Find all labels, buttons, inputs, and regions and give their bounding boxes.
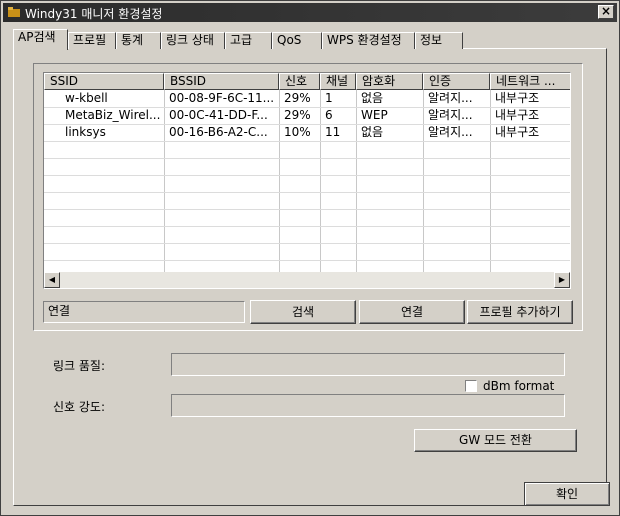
- tab-info[interactable]: 정보: [415, 32, 463, 49]
- button-label: GW 모드 전환: [459, 433, 532, 447]
- network-cell: 내부구조: [495, 91, 540, 105]
- col-encryption[interactable]: 암호화: [356, 73, 423, 90]
- ap-row[interactable]: w-kbell 00-08-9F-6C-11... 29% 1 없음 알려지..…: [44, 90, 570, 107]
- ap-list-header: SSID BSSID 신호 채널 암호화 인증 네트워크 ...: [44, 73, 570, 90]
- close-icon: ×: [600, 4, 612, 18]
- signal-cell: 29%: [284, 91, 311, 105]
- signal-strength-label: 신호 강도:: [53, 400, 106, 414]
- network-cell: 내부구조: [495, 125, 540, 139]
- close-button[interactable]: ×: [598, 5, 614, 19]
- horizontal-scrollbar[interactable]: ◀ ▶: [44, 272, 570, 288]
- grid-line: [44, 192, 570, 193]
- settings-window: Windy31 매니저 환경설정 × AP검색 프로필 통계 링크 상태 고급 …: [0, 0, 620, 516]
- authentication-cell: 알려지...: [428, 125, 473, 139]
- dbm-format-checkbox[interactable]: [465, 380, 477, 392]
- signal-cell: 10%: [284, 125, 311, 139]
- ap-list[interactable]: SSID BSSID 신호 채널 암호화 인증 네트워크 ... w-kbell…: [43, 72, 571, 289]
- col-bssid[interactable]: BSSID: [164, 73, 279, 90]
- tab-label: WPS 환경설정: [327, 33, 402, 47]
- arrow-right-icon: ▶: [558, 275, 566, 284]
- ssid-cell: linksys: [65, 125, 106, 139]
- tab-statistics[interactable]: 통계: [116, 32, 161, 49]
- authentication-cell: 알려지...: [428, 91, 473, 105]
- connection-status-box: 연결: [43, 301, 245, 323]
- tab-label: 링크 상태: [166, 33, 214, 47]
- tab-advanced[interactable]: 고급: [225, 32, 272, 49]
- bssid-cell: 00-16-B6-A2-C...: [169, 125, 268, 139]
- tab-label: AP검색: [18, 30, 56, 44]
- scroll-left-button[interactable]: ◀: [44, 272, 60, 288]
- grid-line: [44, 260, 570, 261]
- encryption-cell: 없음: [361, 125, 384, 139]
- signal-strength-bar: [171, 394, 565, 417]
- ap-row[interactable]: MetaBiz_Wirel... 00-0C-41-DD-F... 29% 6 …: [44, 107, 570, 124]
- channel-cell: 1: [325, 91, 333, 105]
- signal-cell: 29%: [284, 108, 311, 122]
- link-quality-bar: [171, 353, 565, 376]
- tab-qos[interactable]: QoS: [272, 32, 322, 49]
- bssid-cell: 00-08-9F-6C-11...: [169, 91, 275, 105]
- encryption-cell: 없음: [361, 91, 384, 105]
- tab-label: QoS: [277, 33, 302, 47]
- tab-label: 정보: [420, 33, 443, 47]
- grid-line: [44, 226, 570, 227]
- col-authentication[interactable]: 인증: [423, 73, 490, 90]
- button-label: 검색: [291, 305, 315, 319]
- encryption-cell: WEP: [361, 108, 388, 122]
- tab-label: 통계: [121, 33, 144, 47]
- connect-button[interactable]: 연결: [359, 300, 465, 324]
- tab-ap-search[interactable]: AP검색: [13, 29, 68, 50]
- gw-mode-button[interactable]: GW 모드 전환: [414, 429, 577, 452]
- grid-line: [44, 175, 570, 176]
- ssid-cell: MetaBiz_Wirel...: [65, 108, 161, 122]
- window-title: Windy31 매니저 환경설정: [25, 7, 163, 21]
- grid-line: [44, 141, 570, 142]
- ok-button[interactable]: 확인: [524, 482, 610, 506]
- grid-line: [44, 243, 570, 244]
- network-cell: 내부구조: [495, 108, 540, 122]
- col-ssid[interactable]: SSID: [44, 73, 164, 90]
- channel-cell: 6: [325, 108, 333, 122]
- col-channel[interactable]: 채널: [320, 73, 356, 90]
- authentication-cell: 알려지...: [428, 108, 473, 122]
- channel-cell: 11: [325, 125, 341, 139]
- ssid-cell: w-kbell: [65, 91, 108, 105]
- link-quality-label: 링크 품질:: [53, 359, 106, 373]
- bssid-cell: 00-0C-41-DD-F...: [169, 108, 268, 122]
- tab-label: 프로필: [73, 33, 107, 47]
- col-signal[interactable]: 신호: [279, 73, 320, 90]
- tab-label: 고급: [230, 33, 253, 47]
- button-label: 연결: [400, 305, 424, 319]
- tab-wps-settings[interactable]: WPS 환경설정: [322, 32, 415, 49]
- title-bar[interactable]: Windy31 매니저 환경설정 ×: [3, 3, 617, 22]
- grid-line: [44, 209, 570, 210]
- connection-status-text: 연결: [48, 304, 71, 318]
- grid-line: [44, 158, 570, 159]
- tab-profile[interactable]: 프로필: [68, 32, 116, 49]
- app-icon: [8, 7, 20, 17]
- dbm-format-label: dBm format: [483, 379, 555, 393]
- arrow-left-icon: ◀: [48, 275, 56, 284]
- col-network[interactable]: 네트워크 ...: [490, 73, 570, 90]
- scroll-right-button[interactable]: ▶: [554, 272, 570, 288]
- tab-bar: AP검색 프로필 통계 링크 상태 고급 QoS WPS 환경설정 정보: [13, 29, 473, 50]
- button-label: 확인: [555, 487, 579, 501]
- button-label: 프로필 추가하기: [479, 305, 561, 319]
- ap-row[interactable]: linksys 00-16-B6-A2-C... 10% 11 없음 알려지..…: [44, 124, 570, 141]
- add-profile-button[interactable]: 프로필 추가하기: [467, 300, 573, 324]
- tab-link-status[interactable]: 링크 상태: [161, 32, 225, 49]
- search-button[interactable]: 검색: [250, 300, 356, 324]
